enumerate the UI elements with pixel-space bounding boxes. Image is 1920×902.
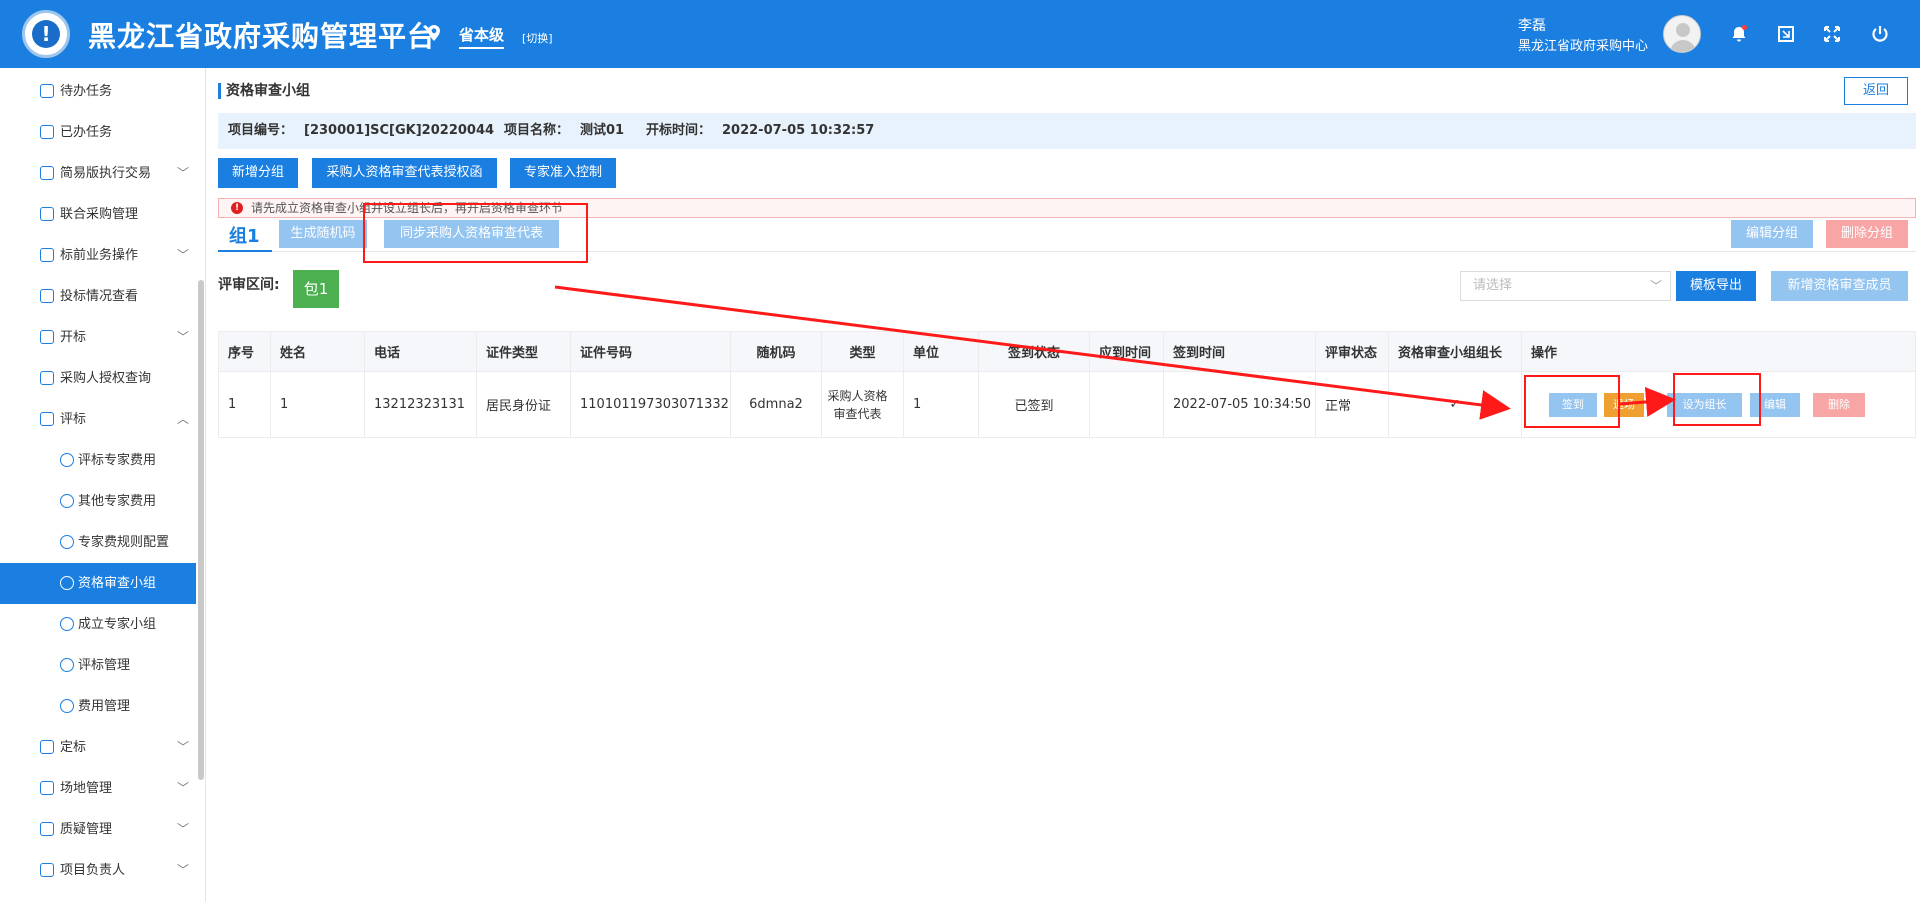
annotation-arrows — [554, 285, 1676, 420]
annotation-arrow-2 — [1619, 386, 1676, 417]
annotation-arrow-1 — [554, 285, 1511, 420]
